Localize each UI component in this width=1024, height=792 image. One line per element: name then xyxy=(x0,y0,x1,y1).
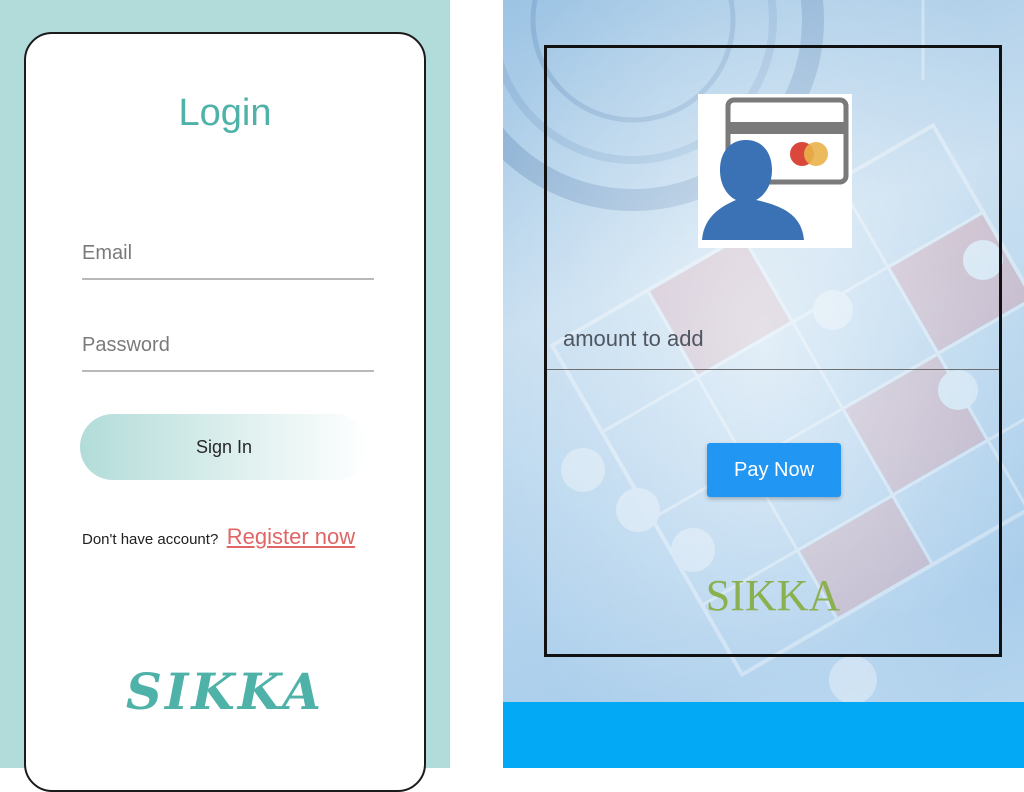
sikka-logo: SIKKA xyxy=(125,662,325,721)
register-prompt: Don't have account? xyxy=(82,531,219,548)
payment-form-box: Pay Now SIKKA xyxy=(544,45,1002,657)
login-card: Login Sign In Don't have account? Regist… xyxy=(24,32,426,792)
register-now-link[interactable]: Register now xyxy=(227,524,355,549)
payment-screen: Pay Now SIKKA xyxy=(503,0,1024,768)
sign-in-button[interactable]: Sign In xyxy=(80,414,368,480)
sikka-logo-right: SIKKA xyxy=(705,571,841,620)
amount-input[interactable] xyxy=(547,314,999,369)
password-input[interactable] xyxy=(82,326,374,370)
email-field[interactable] xyxy=(82,234,374,280)
login-screen: Login Sign In Don't have account? Regist… xyxy=(0,0,450,792)
register-row: Don't have account? Register now xyxy=(82,524,355,550)
pay-now-button[interactable]: Pay Now xyxy=(707,443,841,497)
amount-field[interactable] xyxy=(547,314,999,370)
login-title: Login xyxy=(178,92,272,134)
password-field[interactable] xyxy=(82,326,374,372)
email-input[interactable] xyxy=(82,234,374,278)
bottom-bar xyxy=(503,702,1024,768)
user-credit-card-icon xyxy=(698,94,852,248)
